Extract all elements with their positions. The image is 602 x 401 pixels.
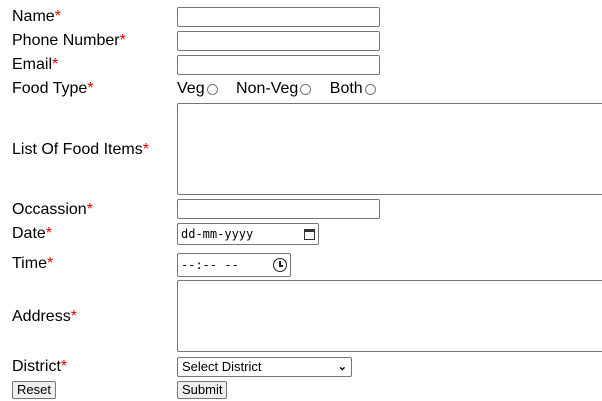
- date-input[interactable]: dd-mm-yyyy: [177, 223, 319, 245]
- food-type-label-text: Food Type: [12, 80, 88, 97]
- calendar-icon[interactable]: [304, 228, 315, 240]
- name-input[interactable]: [177, 7, 380, 27]
- time-placeholder: --:-- --: [181, 258, 239, 272]
- address-label: Address*: [12, 308, 77, 326]
- required-marker: *: [87, 80, 94, 97]
- food-items-textarea[interactable]: [177, 103, 602, 195]
- required-marker: *: [86, 201, 93, 218]
- reset-button[interactable]: Reset: [12, 381, 56, 399]
- radio-option-non-veg[interactable]: Non-Veg: [236, 80, 312, 98]
- food-items-label-text: List Of Food Items: [12, 141, 143, 158]
- required-marker: *: [54, 8, 61, 25]
- district-select[interactable]: Select District ⌄: [177, 357, 352, 377]
- time-label: Time*: [12, 255, 53, 273]
- address-textarea[interactable]: [177, 280, 602, 352]
- radio-label-both: Both: [329, 80, 363, 97]
- phone-input[interactable]: [177, 31, 380, 51]
- booking-form: Name* Phone Number* Email* Food Type* Ve…: [0, 0, 602, 401]
- email-label: Email*: [12, 56, 58, 74]
- district-label-text: District: [12, 358, 61, 375]
- occasion-label-text: Occassion: [12, 201, 87, 218]
- food-type-label: Food Type*: [12, 80, 94, 98]
- occasion-label: Occassion*: [12, 201, 93, 219]
- phone-label: Phone Number*: [12, 32, 126, 50]
- required-marker: *: [45, 225, 53, 242]
- date-label: Date*: [12, 225, 52, 243]
- required-marker: *: [60, 358, 68, 375]
- radio-non-veg[interactable]: [300, 83, 312, 95]
- required-marker: *: [70, 308, 77, 325]
- radio-veg[interactable]: [206, 83, 218, 95]
- required-marker: *: [46, 255, 54, 272]
- required-marker: *: [52, 56, 59, 73]
- radio-option-both[interactable]: Both: [330, 80, 376, 98]
- radio-both[interactable]: [364, 83, 376, 95]
- required-marker: *: [119, 32, 126, 49]
- address-label-text: Address: [12, 308, 71, 325]
- phone-label-text: Phone Number: [12, 32, 120, 49]
- food-items-label: List Of Food Items*: [12, 141, 149, 159]
- date-label-text: Date: [12, 225, 46, 242]
- clock-icon[interactable]: [273, 258, 287, 272]
- radio-label-non-veg: Non-Veg: [236, 80, 299, 97]
- time-label-text: Time: [12, 255, 47, 272]
- district-selected-value: Select District: [182, 359, 262, 374]
- required-marker: *: [142, 141, 149, 158]
- time-input[interactable]: --:-- --: [177, 253, 291, 277]
- radio-option-veg[interactable]: Veg: [177, 80, 218, 98]
- radio-label-veg: Veg: [177, 80, 205, 97]
- district-label: District*: [12, 358, 67, 376]
- email-input[interactable]: [177, 55, 380, 75]
- date-placeholder: dd-mm-yyyy: [181, 227, 254, 241]
- chevron-down-icon: ⌄: [337, 361, 347, 373]
- food-type-radio-group: Veg Non-Veg Both: [177, 80, 390, 98]
- occasion-input[interactable]: [177, 199, 380, 219]
- name-label-text: Name: [12, 8, 55, 25]
- name-label: Name*: [12, 8, 61, 26]
- email-label-text: Email: [12, 56, 53, 73]
- submit-button[interactable]: Submit: [177, 381, 228, 399]
